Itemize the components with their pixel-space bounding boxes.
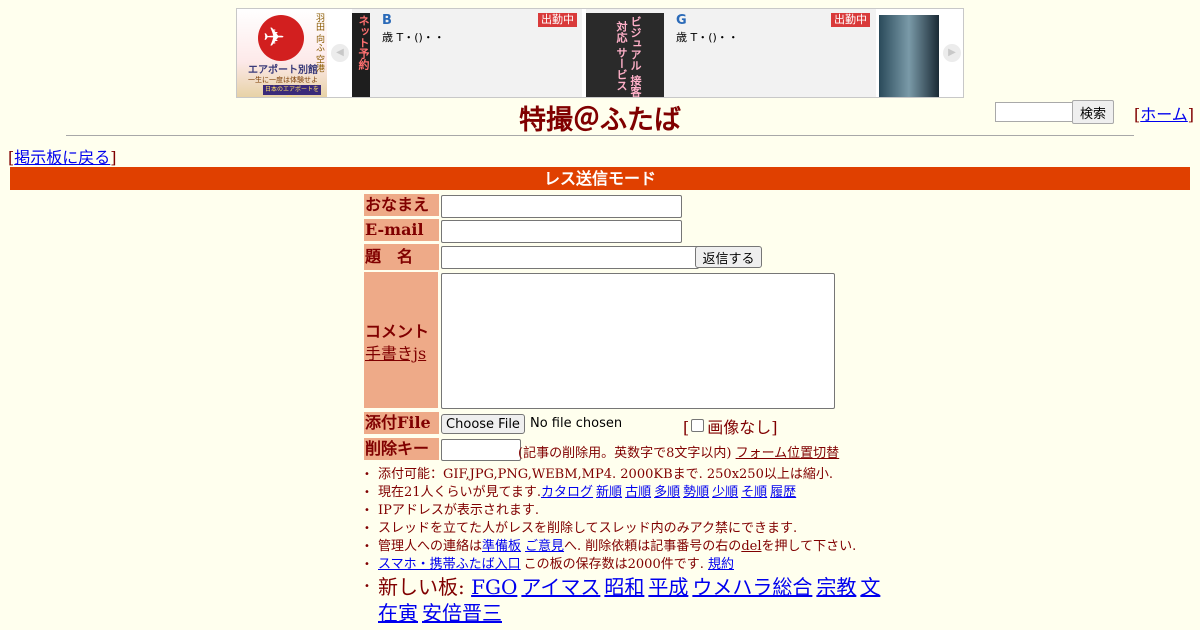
sort-many-link[interactable]: 多順 bbox=[654, 485, 680, 500]
sort-few-link[interactable]: 少順 bbox=[712, 485, 738, 500]
logo-sub: 一生に一度は体験せよ bbox=[248, 76, 318, 84]
sort-momentum-link[interactable]: 勢順 bbox=[683, 485, 709, 500]
subject-field[interactable] bbox=[441, 246, 699, 269]
card-image: ネット予約 bbox=[352, 13, 370, 97]
reply-mode-bar: レス送信モード bbox=[10, 167, 1190, 190]
contact-text: 管理人への連絡は bbox=[378, 539, 483, 554]
delete-key-field[interactable] bbox=[441, 439, 521, 461]
viewer-count-text: 現在21人くらいが見てます. bbox=[378, 485, 542, 500]
card-name: B bbox=[382, 13, 392, 28]
name-label: おなまえ bbox=[364, 194, 439, 216]
del-link[interactable]: del bbox=[741, 539, 761, 554]
card-info: 歳 T・()・・ bbox=[382, 31, 445, 44]
delete-key-note-wrapper: (記事の削除用。英数字で8文字以内) フォーム位置切替 bbox=[518, 442, 839, 461]
logo-text: エアポート別館 bbox=[248, 65, 318, 76]
status-badge: 出勤中 bbox=[538, 13, 577, 27]
feedback-link[interactable]: ご意見 bbox=[525, 539, 564, 554]
delete-request-suffix: を押して下さい. bbox=[761, 539, 857, 554]
no-file-text: No file chosen bbox=[530, 416, 623, 431]
board-link-fgo[interactable]: FGO bbox=[471, 575, 517, 599]
delete-key-note: (記事の削除用。英数字で8文字以内) bbox=[518, 446, 732, 461]
email-label: E-mail bbox=[364, 219, 439, 241]
choose-file-button[interactable]: Choose File bbox=[441, 414, 525, 434]
form-position-toggle-link[interactable]: フォーム位置切替 bbox=[736, 446, 840, 461]
mobile-entry-link[interactable]: スマホ・携帯ふたば入口 bbox=[378, 557, 521, 572]
subject-label: 題 名 bbox=[364, 244, 439, 270]
handwrite-link[interactable]: 手書きjs bbox=[365, 340, 426, 364]
notes-list: 添付可能：GIF,JPG,PNG,WEBM,MP4. 2000KBまで. 250… bbox=[364, 466, 864, 574]
divider bbox=[66, 135, 1134, 136]
note-ip: IPアドレスが表示されます. bbox=[364, 502, 864, 520]
banner-logo[interactable]: ✈ 羽田 向ふ 空港 エアポート別館 一生に一度は体験せよ 日本のエアポートを超… bbox=[237, 9, 327, 97]
comment-label-cell: コメント 手書きjs bbox=[364, 272, 438, 408]
comment-textarea[interactable] bbox=[441, 273, 835, 409]
logo-strip: 日本のエアポートを超え bbox=[263, 85, 321, 97]
search-input[interactable] bbox=[995, 102, 1075, 122]
catalog-link[interactable]: カタログ bbox=[541, 485, 593, 500]
new-boards: 新しい板: FGOアイマス昭和平成ウメハラ総合宗教文在寅安倍晋三 bbox=[364, 574, 888, 626]
back-link-wrapper: [掲示板に戻る] bbox=[8, 148, 117, 167]
file-label: 添付File bbox=[364, 412, 439, 434]
search-button[interactable]: 検索 bbox=[1072, 100, 1114, 124]
sort-so-link[interactable]: そ順 bbox=[741, 485, 767, 500]
sort-new-link[interactable]: 新順 bbox=[596, 485, 622, 500]
prep-board-link[interactable]: 準備板 bbox=[482, 539, 521, 554]
card-image-partial[interactable] bbox=[879, 15, 939, 97]
email-field[interactable] bbox=[441, 220, 682, 243]
no-image-checkbox[interactable] bbox=[691, 419, 705, 432]
airplane-icon: ✈ bbox=[263, 23, 285, 53]
board-link-umehara[interactable]: ウメハラ総合 bbox=[692, 575, 812, 599]
board-link-showa[interactable]: 昭和 bbox=[604, 575, 644, 599]
board-link-heisei[interactable]: 平成 bbox=[648, 575, 688, 599]
home-link-wrapper: [ホーム] bbox=[1134, 105, 1195, 124]
storage-text: この板の保存数は2000件です. bbox=[523, 557, 704, 572]
note-allowed-files: 添付可能：GIF,JPG,PNG,WEBM,MP4. 2000KBまで. 250… bbox=[364, 466, 864, 484]
board-link-abe[interactable]: 安倍晋三 bbox=[422, 601, 502, 625]
banner-card-b[interactable]: ネット予約 B 出勤中 歳 T・()・・ bbox=[352, 9, 582, 97]
board-link-religion[interactable]: 宗教 bbox=[816, 575, 856, 599]
terms-link[interactable]: 規約 bbox=[708, 557, 734, 572]
home-link[interactable]: ホーム bbox=[1140, 105, 1188, 124]
no-image-label: 画像なし bbox=[707, 418, 772, 437]
note-thread-owner: スレッドを立てた人がレスを削除してスレッド内のみアク禁にできます. bbox=[364, 520, 864, 538]
name-field[interactable] bbox=[441, 195, 682, 218]
card-name: G bbox=[676, 13, 687, 28]
note-mobile: スマホ・携帯ふたば入口この板の保存数は2000件です. 規約 bbox=[364, 556, 864, 574]
history-link[interactable]: 履歴 bbox=[770, 485, 796, 500]
delete-key-label: 削除キー bbox=[364, 438, 439, 460]
new-boards-label: 新しい板: bbox=[378, 575, 465, 599]
board-link-imas[interactable]: アイマス bbox=[521, 575, 600, 599]
no-image-option: [画像なし] bbox=[683, 418, 778, 437]
carousel-prev-icon[interactable]: ◀ bbox=[331, 44, 349, 62]
carousel-next-icon[interactable]: ▶ bbox=[943, 44, 961, 62]
submit-reply-button[interactable]: 返信する bbox=[695, 246, 762, 268]
delete-request-text: へ. 削除依頼は記事番号の右の bbox=[564, 539, 742, 554]
card-info: 歳 T・()・・ bbox=[676, 31, 739, 44]
banner-card-g[interactable]: ビジュアル 接客 対応 サービス G 出勤中 歳 T・()・・ bbox=[586, 9, 876, 97]
card-image: ビジュアル 接客 対応 サービス bbox=[586, 13, 664, 97]
sort-old-link[interactable]: 古順 bbox=[625, 485, 651, 500]
back-to-board-link[interactable]: 掲示板に戻る bbox=[14, 148, 110, 167]
ad-banner[interactable]: ✈ 羽田 向ふ 空港 エアポート別館 一生に一度は体験せよ 日本のエアポートを超… bbox=[236, 8, 964, 98]
note-contact: 管理人への連絡は準備板ご意見へ. 削除依頼は記事番号の右のdelを押して下さい. bbox=[364, 538, 864, 556]
comment-label: コメント bbox=[365, 322, 430, 341]
note-viewers: 現在21人くらいが見てます.カタログ新順古順多順勢順少順そ順履歴 bbox=[364, 484, 864, 502]
status-badge: 出勤中 bbox=[831, 13, 870, 27]
